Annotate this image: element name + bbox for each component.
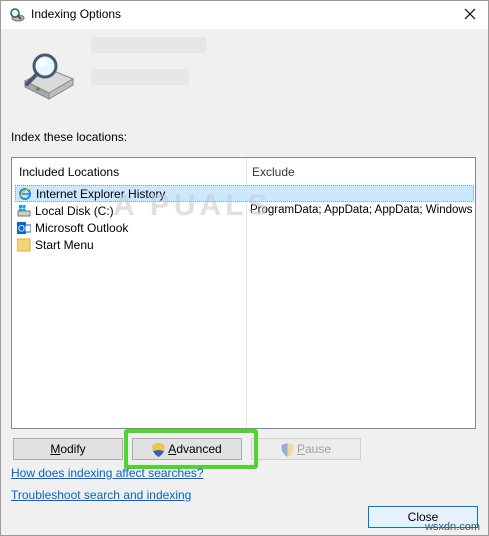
close-window-button[interactable]	[458, 3, 482, 25]
advanced-button-highlight	[124, 429, 258, 469]
svg-text:O: O	[18, 224, 25, 234]
drive-icon	[17, 205, 31, 217]
title-bar: Indexing Options	[1, 1, 488, 29]
folder-icon	[17, 238, 31, 252]
troubleshoot-link[interactable]: Troubleshoot search and indexing	[11, 488, 191, 502]
uac-shield-icon	[281, 442, 294, 457]
column-header-exclude[interactable]: Exclude	[252, 158, 295, 186]
pause-button[interactable]: Pause	[251, 438, 361, 460]
location-label: Microsoft Outlook	[35, 221, 129, 235]
indexing-options-window: Indexing Options Index these locations: …	[0, 0, 489, 536]
ie-icon	[18, 188, 32, 200]
blurred-status-line-1	[91, 37, 206, 53]
how-indexing-link[interactable]: How does indexing affect searches?	[11, 466, 204, 480]
location-label: Local Disk (C:)	[35, 204, 114, 218]
pause-label: ause	[304, 442, 332, 456]
window-title: Indexing Options	[31, 7, 122, 21]
list-item[interactable]: Start Menu	[15, 237, 474, 254]
modify-button[interactable]: Modify	[13, 438, 123, 460]
index-locations-label: Index these locations:	[11, 130, 128, 144]
indexing-drive-magnifier-icon	[23, 53, 75, 100]
modify-label: odify	[60, 442, 86, 456]
outlook-icon: O	[17, 222, 31, 234]
modify-accel: M	[50, 442, 61, 456]
column-header-included[interactable]: Included Locations	[19, 158, 119, 186]
blurred-status-line-2	[91, 69, 189, 85]
source-watermark: wsxdn.com	[424, 521, 480, 533]
pause-accel: P	[296, 442, 305, 456]
close-icon	[464, 8, 476, 20]
location-label: Start Menu	[35, 238, 94, 252]
location-exclude: ProgramData; AppData; AppData; Windows	[250, 204, 473, 216]
watermark: A PUALS	[113, 189, 272, 222]
indexing-options-icon	[10, 8, 25, 22]
